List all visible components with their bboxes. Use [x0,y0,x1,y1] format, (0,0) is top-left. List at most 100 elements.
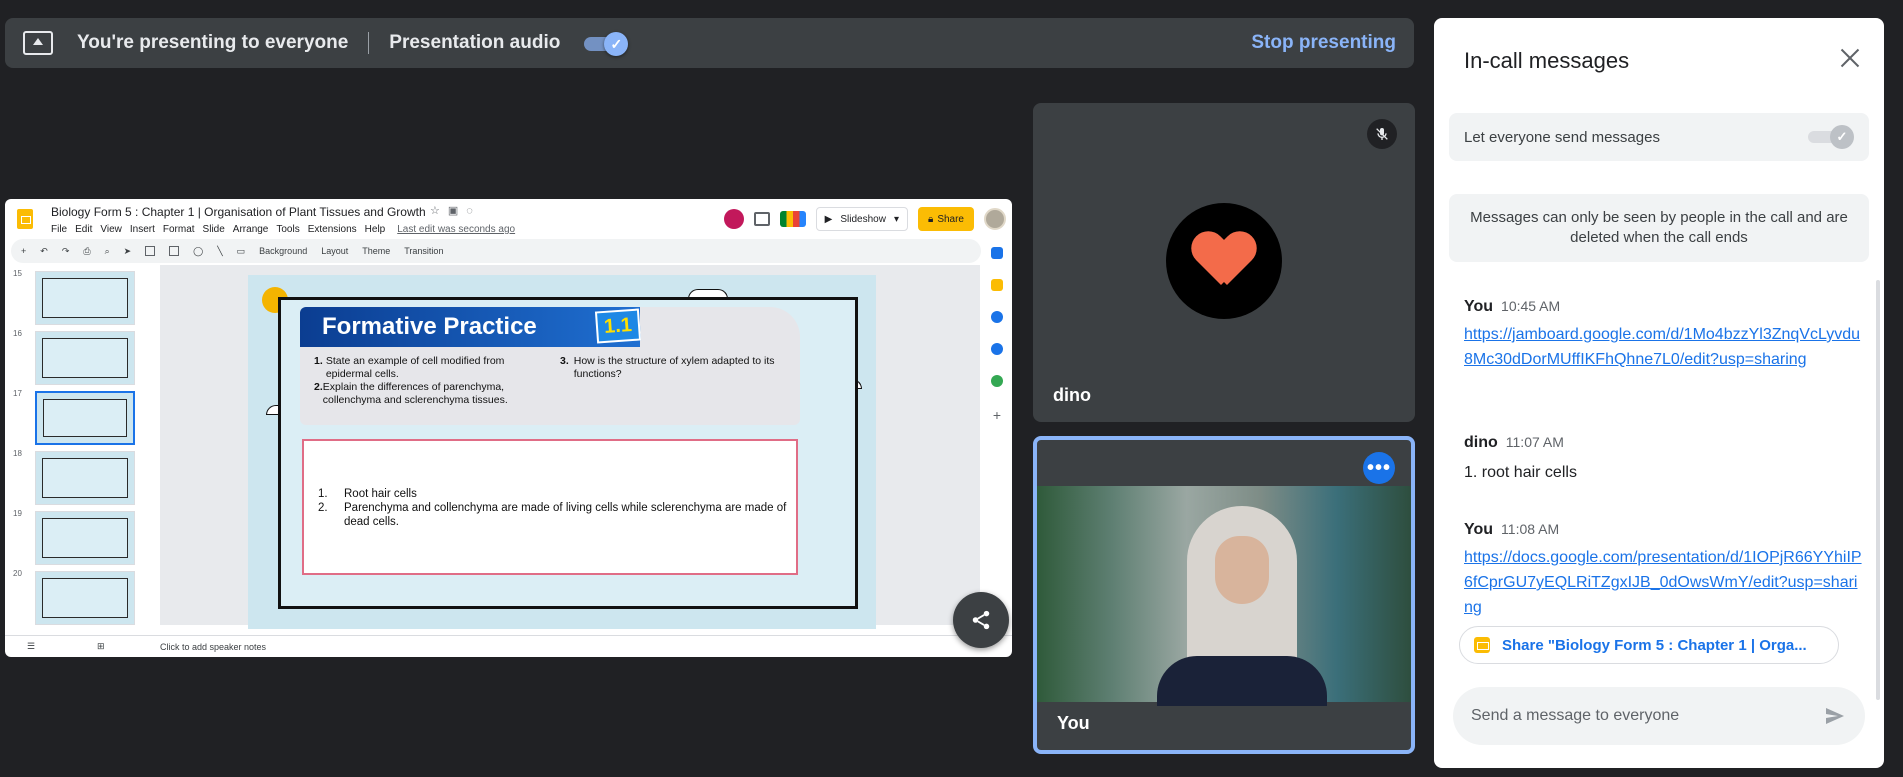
menu-view[interactable]: View [100,224,122,235]
filmstrip-slide[interactable]: 16 [13,329,141,387]
textbox-icon[interactable] [145,246,156,256]
menu-tools[interactable]: Tools [276,224,299,235]
question-2: 2. Explain the differences of parenchyma… [314,381,508,406]
undo-icon[interactable]: ↶ [40,246,48,257]
chevron-down-icon[interactable]: ▾ [894,214,899,225]
shared-screen: Biology Form 5 : Chapter 1 | Organisatio… [5,199,1012,657]
line-icon[interactable]: ╲ [217,246,222,257]
menu-format[interactable]: Format [163,224,195,235]
camera-feed [1037,486,1411,706]
menu-extensions[interactable]: Extensions [308,224,357,235]
formative-practice-box: Formative Practice 1.1 1. State an examp… [300,307,800,425]
meet-icon[interactable] [779,211,806,227]
share-label: Share [937,213,964,225]
image-icon[interactable] [169,246,180,256]
user-avatar[interactable] [984,208,1006,230]
question-1: 1. State an example of cell modified fro… [314,355,505,380]
message-link[interactable]: https://docs.google.com/presentation/d/1… [1464,545,1864,620]
stop-presenting-button[interactable]: Stop presenting [1251,32,1396,54]
let-everyone-label: Let everyone send messages [1464,128,1660,146]
slide-canvas[interactable]: Formative Practice 1.1 1. State an examp… [160,265,980,629]
formative-practice-heading: Formative Practice [300,307,640,347]
toolbar-background[interactable]: Background [259,246,307,256]
toolbar-theme[interactable]: Theme [362,246,390,256]
messages-info: Messages can only be seen by people in t… [1449,194,1869,262]
filmstrip-slide[interactable]: 19 [13,509,141,567]
message-composer [1453,687,1865,745]
answer-2: 2. Parenchyma and collenchyma are made of… [318,502,787,528]
shape-icon[interactable]: ◯ [193,246,203,257]
share-screen-button[interactable] [953,592,1009,648]
last-edit-status[interactable]: Last edit was seconds ago [397,224,515,235]
participant-tile-you[interactable]: ••• You [1033,436,1415,754]
select-icon[interactable]: ➤ [124,246,132,257]
slide-thumbnail [35,451,135,505]
keep-icon[interactable] [991,279,1003,291]
message-text: 1. root hair cells [1464,464,1577,481]
participant-name: You [1057,713,1090,733]
presentation-audio-label: Presentation audio [389,32,561,53]
redo-icon[interactable]: ↷ [62,246,70,257]
filmstrip-view-icon[interactable]: ⊞ [97,641,105,652]
slideshow-label: Slideshow [840,213,886,225]
close-icon[interactable] [1838,46,1862,70]
share-presentation-chip[interactable]: Share "Biology Form 5 : Chapter 1 | Orga… [1459,626,1839,664]
star-move-cloud-icons[interactable]: ☆▣◌ [430,204,481,217]
participant-tile-dino[interactable]: dino [1033,103,1415,422]
maps-icon[interactable] [991,375,1003,387]
divider [368,32,370,54]
toolbar-layout[interactable]: Layout [321,246,348,256]
contacts-icon[interactable] [991,343,1003,355]
speaker-notes-placeholder[interactable]: Click to add speaker notes [160,642,266,652]
slide-number: 15 [13,269,22,278]
new-slide-icon[interactable]: + [21,246,26,256]
scrollbar[interactable] [1876,280,1880,700]
menu-arrange[interactable]: Arrange [233,224,269,235]
slide-number: 16 [13,329,22,338]
message-time: 11:07 AM [1505,434,1564,450]
slides-right-tools: ▶ Slideshow ▾ 🔒︎ Share [723,207,1006,231]
document-title[interactable]: Biology Form 5 : Chapter 1 | Organisatio… [51,205,426,219]
presentation-audio-toggle[interactable]: ✓ [584,32,629,56]
grid-view-icon[interactable]: ☰ [27,641,35,652]
comment-add-icon[interactable]: ▭ [237,246,246,257]
calendar-icon[interactable] [991,247,1003,259]
current-slide[interactable]: Formative Practice 1.1 1. State an examp… [248,275,876,629]
add-addon-icon[interactable]: + [993,407,1001,423]
slide-thumbnail [35,571,135,625]
filmstrip-slide[interactable]: 18 [13,449,141,507]
avatar [1166,203,1282,319]
send-icon[interactable] [1823,704,1847,728]
menu-slide[interactable]: Slide [203,224,225,235]
answer-textbox[interactable]: 1. Root hair cells 2. Parenchyma and colle… [302,439,798,575]
menu-edit[interactable]: Edit [75,224,92,235]
message-sender: dino [1464,434,1498,451]
question-3: 3. How is the structure of xylem adapted… [560,355,775,380]
answer-text: 1. Root hair cells 2. Parenchyma and colle… [318,487,796,529]
let-everyone-toggle[interactable]: ✓ [1808,125,1854,149]
more-options-button[interactable]: ••• [1363,452,1395,484]
collaborator-avatar[interactable] [723,209,744,229]
check-icon: ✓ [1830,125,1854,149]
slide-number: 20 [13,569,22,578]
filmstrip-slide[interactable]: 15 [13,269,141,327]
comment-icon[interactable] [753,212,770,226]
tasks-icon[interactable] [991,311,1003,323]
slide-number: 19 [13,509,22,518]
menu-help[interactable]: Help [365,224,386,235]
toolbar-transition[interactable]: Transition [404,246,443,256]
message-sender: You [1464,521,1494,538]
filmstrip-slide[interactable]: 20 [13,569,141,627]
slides-icon [1474,637,1490,653]
share-button[interactable]: 🔒︎ Share [917,207,974,231]
play-icon: ▶ [824,213,833,225]
send-message-input[interactable] [1471,707,1823,725]
print-icon[interactable]: ⎙ [83,246,90,257]
slide-thumbnail [35,511,135,565]
message-link[interactable]: https://jamboard.google.com/d/1Mo4bzzYl3… [1464,322,1864,372]
zoom-icon[interactable]: ⌕ [105,246,110,257]
menu-file[interactable]: File [51,224,67,235]
filmstrip-slide-selected[interactable]: 17 [13,389,141,447]
menu-insert[interactable]: Insert [130,224,155,235]
slideshow-button[interactable]: ▶ Slideshow ▾ [815,207,908,231]
